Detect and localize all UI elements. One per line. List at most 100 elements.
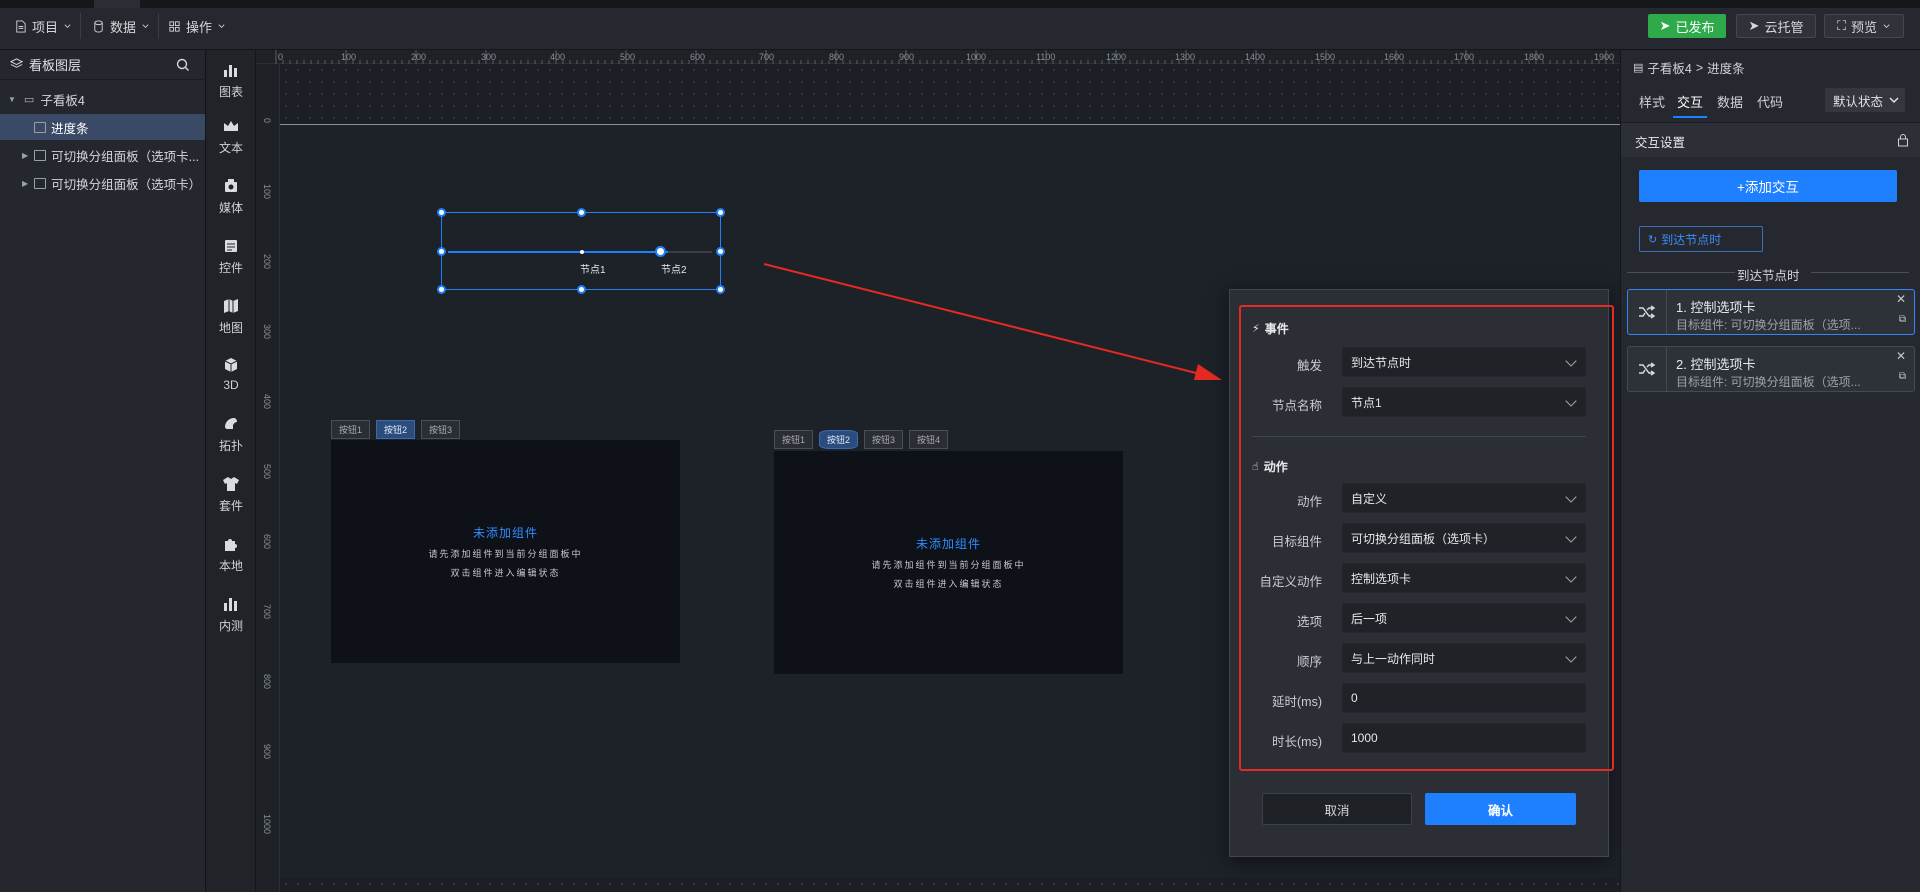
interaction-card-1[interactable]: 1. 控制选项卡 目标组件: 可切换分组面板（选项... ✕ ⧉ — [1627, 289, 1915, 335]
file-icon — [16, 19, 26, 33]
cloud-host-button[interactable]: ➤ 云托管 — [1736, 14, 1816, 38]
preview-label: 预览 — [1851, 19, 1878, 35]
caret-right-icon[interactable]: ▶ — [22, 179, 28, 188]
grid-icon — [169, 20, 180, 32]
close-icon[interactable]: ✕ — [1896, 292, 1906, 306]
resize-handle[interactable] — [437, 247, 446, 256]
resize-handle[interactable] — [716, 285, 725, 294]
iconbar-widget[interactable]: 控件 — [206, 228, 256, 284]
tabpanel-2[interactable]: 未添加组件 请先添加组件到当前分组面板中 双击组件进入编辑状态 — [774, 451, 1123, 674]
resize-handle[interactable] — [577, 208, 586, 217]
resize-handle[interactable] — [577, 285, 586, 294]
tab-button-active[interactable]: 按钮2 — [819, 430, 859, 449]
copy-icon[interactable]: ⧉ — [1899, 314, 1906, 325]
card-subtitle: 目标组件: 可切换分组面板（选项... — [1676, 318, 1861, 332]
divider — [1627, 272, 1735, 273]
published-button[interactable]: ➤ 已发布 — [1648, 14, 1726, 38]
ruler-tick-label: 500 — [262, 464, 272, 480]
empty-title: 未添加组件 — [472, 526, 538, 540]
media-icon — [225, 178, 237, 192]
menu-data[interactable]: 数据 — [84, 13, 160, 39]
ruler-tick-label: 1800 — [1524, 52, 1545, 62]
iconbar-media[interactable]: 媒体 — [206, 168, 256, 224]
tab-style[interactable]: 样式 — [1639, 92, 1665, 111]
state-select[interactable]: 默认状态 — [1825, 88, 1905, 112]
chevron-down-icon — [1889, 97, 1899, 104]
tab-button[interactable]: 按钮3 — [421, 420, 461, 439]
iconbar-map[interactable]: 地图 — [206, 288, 256, 344]
ruler-tick-label: 1400 — [1245, 52, 1266, 62]
tab-code[interactable]: 代码 — [1757, 92, 1783, 111]
panel-icon — [34, 149, 47, 161]
iconbar-kit[interactable]: 套件 — [206, 466, 256, 522]
tab-data[interactable]: 数据 — [1717, 92, 1743, 111]
ruler-tick-label: 1100 — [1036, 52, 1056, 62]
layer-item-progress[interactable]: 进度条 — [0, 114, 205, 140]
add-interaction-button[interactable]: +添加交互 — [1639, 170, 1897, 202]
card-separator — [1666, 347, 1667, 391]
resize-handle[interactable] — [437, 208, 446, 217]
cube-icon — [224, 358, 238, 372]
menu-operation-label: 操作 — [186, 19, 213, 35]
close-icon[interactable]: ✕ — [1896, 349, 1906, 363]
pointer-icon: ↻ — [1648, 233, 1658, 246]
card-title: 2. 控制选项卡 — [1676, 357, 1756, 372]
iconbar-chart[interactable]: 图表 — [206, 52, 256, 108]
tab-button[interactable]: 按钮4 — [909, 430, 949, 449]
chevron-down-icon — [218, 23, 225, 28]
layer-item-tabpanel-2[interactable]: ▶ 可切换分组面板（选项卡） — [0, 170, 205, 196]
tab-button[interactable]: 按钮1 — [774, 430, 814, 449]
menu-operation[interactable]: 操作 — [160, 13, 234, 39]
widget-icon — [225, 239, 237, 252]
cancel-button[interactable]: 取消 — [1262, 793, 1412, 825]
tab-button-active[interactable]: 按钮2 — [376, 420, 416, 439]
beta-chart-icon — [224, 597, 237, 611]
ruler-tick-label: 0 — [262, 118, 272, 124]
event-chip[interactable]: ↻ 到达节点时 — [1639, 226, 1763, 252]
interaction-card-2[interactable]: 2. 控制选项卡 目标组件: 可切换分组面板（选项... ✕ ⧉ — [1627, 346, 1915, 392]
search-icon[interactable] — [176, 58, 190, 72]
empty-hint: 请先添加组件到当前分组面板中 — [871, 560, 1026, 570]
tab-button[interactable]: 按钮1 — [331, 420, 371, 439]
ruler-tick-label: 0 — [278, 52, 284, 62]
card-title: 1. 控制选项卡 — [1676, 300, 1756, 315]
caret-right-icon[interactable]: ▶ — [22, 151, 28, 160]
iconbar-topology[interactable]: 拓扑 — [206, 406, 256, 462]
tab-button[interactable]: 按钮3 — [864, 430, 904, 449]
iconbar-label: 3D — [223, 378, 239, 392]
iconbar-beta[interactable]: 内测 — [206, 586, 256, 642]
breadcrumb-parent[interactable]: 子看板4 — [1647, 58, 1691, 77]
resize-handle[interactable] — [437, 285, 446, 294]
tabpanel-2-tabs: 按钮1 按钮2 按钮3 按钮4 — [774, 430, 949, 449]
layer-item-board[interactable]: ▼ ▭ 子看板4 — [0, 86, 205, 112]
progress-node-1[interactable] — [580, 250, 584, 254]
iconbar-text[interactable]: 文本 — [206, 108, 256, 164]
ruler-tick-label: 1600 — [1384, 52, 1405, 62]
lock-icon[interactable] — [1897, 133, 1909, 147]
preview-button[interactable]: ⛶ 预览 — [1824, 14, 1904, 38]
ruler-tick-label: 100 — [262, 184, 272, 200]
iconbar-3d[interactable]: 3D — [206, 346, 256, 402]
iconbar-label: 文本 — [218, 140, 243, 155]
ruler-tick-label: 800 — [829, 52, 845, 62]
tabpanel-1[interactable]: 未添加组件 请先添加组件到当前分组面板中 双击组件进入编辑状态 — [331, 440, 680, 663]
layer-item-label: 进度条 — [51, 121, 89, 136]
confirm-button[interactable]: 确认 — [1425, 793, 1576, 825]
menu-project[interactable]: 项目 — [6, 13, 82, 39]
layer-panel: 看板图层 ▼ ▭ 子看板4 进度条 ▶ 可切换分组面板（选项卡... ▶ 可切换… — [0, 50, 206, 892]
copy-icon[interactable]: ⧉ — [1899, 371, 1906, 382]
empty-hint: 双击组件进入编辑状态 — [450, 568, 561, 578]
board-icon: ▭ — [23, 93, 35, 106]
resize-handle[interactable] — [716, 208, 725, 217]
ruler-tick-label: 1300 — [1175, 52, 1196, 62]
progress-node-2[interactable] — [655, 246, 666, 257]
layer-item-tabpanel-1[interactable]: ▶ 可切换分组面板（选项卡... — [0, 142, 205, 168]
resize-handle[interactable] — [716, 247, 725, 256]
tab-interaction[interactable]: 交互 — [1677, 92, 1703, 111]
progress-selection-box[interactable]: 节点1 节点2 — [437, 208, 725, 294]
document-icon: ▤ — [1633, 62, 1644, 74]
iconbar-local[interactable]: 本地 — [206, 526, 256, 582]
caret-down-icon[interactable]: ▼ — [8, 95, 16, 104]
ruler-tick-label: 900 — [262, 744, 272, 760]
layer-panel-title: 看板图层 — [29, 58, 82, 73]
